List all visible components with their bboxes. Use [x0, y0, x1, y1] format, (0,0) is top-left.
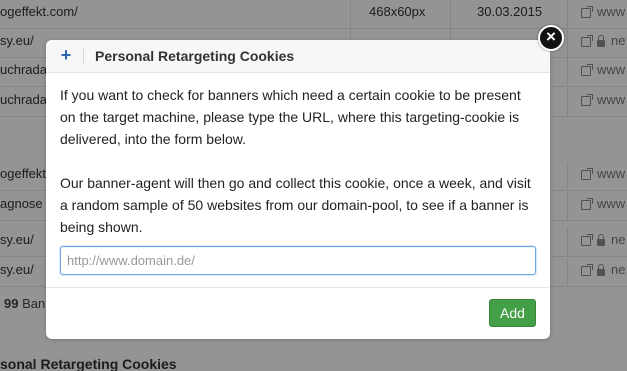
modal-header: + Personal Retargeting Cookies: [46, 40, 550, 73]
explanation-paragraph: Our banner-agent will then go and collec…: [60, 175, 531, 235]
modal-title: Personal Retargeting Cookies: [95, 48, 295, 64]
instruction-paragraph: If you want to check for banners which n…: [60, 87, 521, 147]
modal-footer-divider: [46, 287, 550, 288]
header-divider: [83, 47, 84, 65]
modal-description: If you want to check for banners which n…: [60, 84, 538, 238]
add-button[interactable]: Add: [489, 299, 536, 327]
cookie-url-input[interactable]: [60, 246, 536, 275]
retargeting-cookie-modal: + Personal Retargeting Cookies If you wa…: [46, 40, 550, 339]
plus-icon: +: [60, 45, 72, 65]
close-icon[interactable]: ×: [538, 25, 564, 51]
